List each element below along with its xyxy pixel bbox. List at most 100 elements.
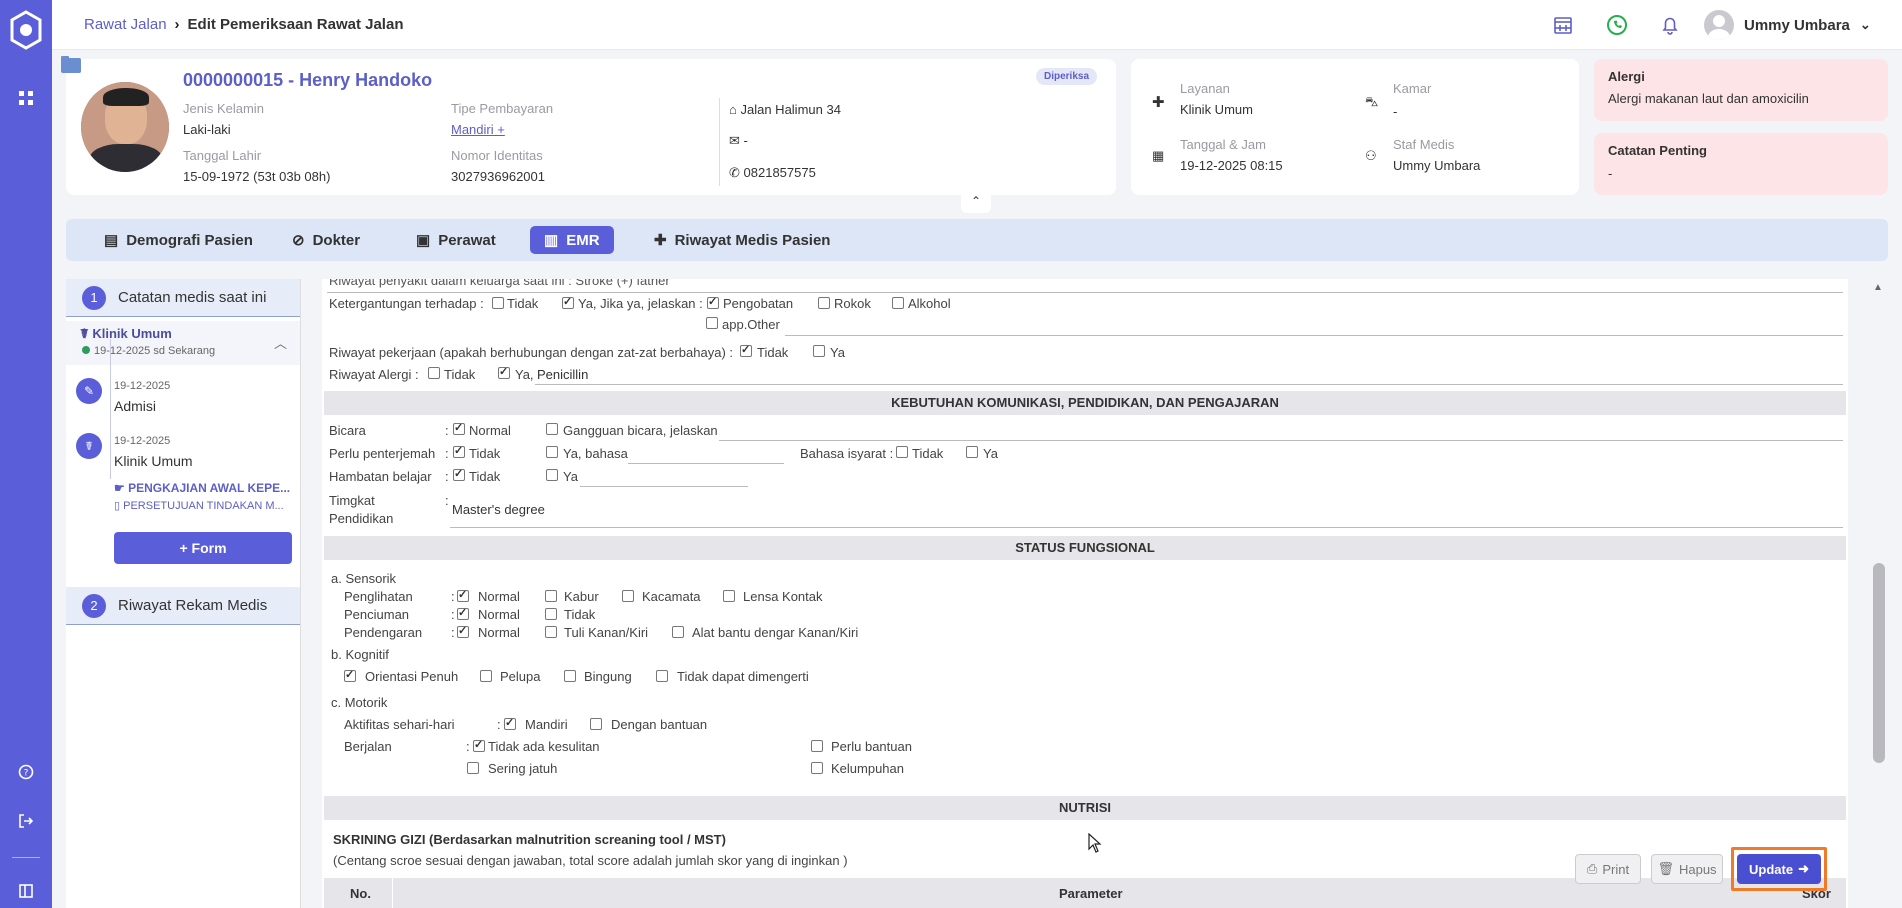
add-form-button[interactable]: + Form [114, 532, 292, 564]
user-menu[interactable]: Ummy Umbara ⌄ [1704, 10, 1871, 40]
payment-link[interactable]: Mandiri + [451, 122, 505, 137]
job-ya-checkbox[interactable] [813, 345, 825, 357]
isyarat-tidak-checkbox[interactable] [896, 446, 908, 458]
perlu-bantuan-checkbox[interactable] [811, 740, 823, 752]
penciuman-normal-checkbox[interactable] [457, 606, 469, 620]
option-label: Normal [478, 607, 520, 622]
option-label: Tidak [507, 296, 539, 311]
tab-emr[interactable]: ▥ EMR [530, 226, 614, 254]
notification-bell-icon[interactable] [1658, 13, 1682, 37]
breadcrumb-rawat-jalan[interactable]: Rawat Jalan [84, 16, 167, 33]
calendar-icon[interactable] [1551, 13, 1575, 37]
other-input-line[interactable] [785, 335, 1843, 336]
dependency-tidak-checkbox[interactable] [492, 297, 504, 309]
sering-jatuh-checkbox[interactable] [467, 762, 479, 774]
penciuman-tidak-checkbox[interactable] [545, 608, 557, 620]
colon: : [451, 589, 455, 604]
apps-grid-icon[interactable] [16, 90, 36, 110]
user-avatar [1704, 10, 1734, 40]
patient-id-name: 0000000015 - Henry Handoko [183, 70, 433, 90]
tab-demografi-pasien[interactable]: ▤ Demografi Pasien [90, 226, 267, 254]
event-admisi[interactable]: Admisi [114, 398, 156, 414]
kacamata-checkbox[interactable] [622, 590, 634, 602]
lensa-kontak-checkbox[interactable] [723, 590, 735, 602]
help-icon[interactable]: ? [16, 764, 36, 784]
chevron-up-icon[interactable]: ︿ [274, 333, 287, 352]
clinic-name-text: Klinik Umum [92, 326, 172, 341]
option-label: Orientasi Penuh [365, 669, 459, 684]
penterjemah-tidak-checkbox[interactable] [453, 444, 465, 458]
gender-label: Jenis Kelamin [183, 101, 264, 116]
gangguan-input-line[interactable] [719, 440, 1843, 441]
trash-icon: 🗑 [1657, 861, 1674, 876]
tab-label: Dokter [312, 231, 361, 249]
event-klinik-umum[interactable]: Klinik Umum [114, 453, 193, 469]
job-tidak-checkbox[interactable] [740, 343, 752, 357]
pendengaran-normal-checkbox[interactable] [457, 624, 469, 638]
email-value: - [743, 133, 748, 148]
tab-riwayat-medis-pasien[interactable]: ✚ Riwayat Medis Pasien [640, 226, 844, 254]
section-riwayat-rekam-medis[interactable]: 2 Riwayat Rekam Medis [66, 587, 301, 625]
id-number-label: Nomor Identitas [451, 148, 543, 163]
hambatan-tidak-checkbox[interactable] [453, 467, 465, 481]
print-button[interactable]: ⎙ Print [1575, 854, 1641, 884]
option-label: Kelumpuhan [831, 761, 904, 776]
phone-value: 0821857575 [743, 165, 816, 180]
hambatan-input-line[interactable] [580, 486, 748, 487]
alkohol-checkbox[interactable] [892, 297, 904, 309]
datetime-label: Tanggal & Jam [1180, 137, 1266, 152]
delete-button[interactable]: 🗑 Hapus [1651, 854, 1723, 884]
staff-label: Staf Medis [1393, 137, 1455, 152]
tidak-dapat-checkbox[interactable] [656, 670, 668, 682]
scroll-up-icon[interactable]: ▲ [1873, 282, 1883, 293]
mandiri-checkbox[interactable] [504, 716, 516, 730]
option-label: Alkohol [908, 296, 951, 311]
tab-dokter[interactable]: ⊘ Dokter [278, 226, 374, 254]
clinic-group[interactable]: ☤ Klinik Umum 19-12-2025 sd Sekarang ︿ [66, 321, 301, 365]
logout-icon[interactable] [16, 813, 36, 833]
collapse-chevron-up-icon[interactable]: ⌃ [961, 193, 991, 213]
note-title: Catatan Penting [1608, 143, 1707, 158]
allergy-tidak-checkbox[interactable] [428, 367, 440, 379]
alat-bantu-checkbox[interactable] [672, 626, 684, 638]
hambatan-ya-checkbox[interactable] [546, 469, 558, 481]
allergy-ya-checkbox[interactable] [498, 365, 510, 379]
app-logo-icon[interactable] [8, 10, 44, 50]
orientasi-checkbox[interactable] [344, 668, 356, 682]
gangguan-checkbox[interactable] [546, 423, 558, 435]
dependency-ya-checkbox[interactable] [562, 295, 574, 309]
bingung-checkbox[interactable] [564, 670, 576, 682]
allergy-input[interactable]: Penicillin [537, 367, 588, 382]
pendidikan-input[interactable]: Master's degree [452, 502, 545, 517]
panel-toggle-icon[interactable] [16, 884, 36, 904]
isyarat-ya-checkbox[interactable] [966, 446, 978, 458]
doc-persetujuan[interactable]: ▯ PERSETUJUAN TINDAKAN M... [114, 499, 284, 512]
whatsapp-icon[interactable] [1605, 13, 1629, 37]
section-current-record[interactable]: 1 Catatan medis saat ini [66, 279, 301, 317]
tingkat-label: Timgkat [329, 493, 375, 508]
skrining-title: SKRINING GIZI (Berdasarkan malnutrition … [333, 832, 726, 847]
tidak-kesulitan-checkbox[interactable] [473, 738, 485, 752]
pelupa-checkbox[interactable] [480, 670, 492, 682]
scrollbar-thumb[interactable] [1873, 563, 1885, 763]
bicara-normal-checkbox[interactable] [453, 421, 465, 435]
tab-perawat[interactable]: ▣ Perawat [402, 226, 510, 254]
kelumpuhan-checkbox[interactable] [811, 762, 823, 774]
other-checkbox[interactable] [706, 317, 718, 329]
penterjemah-ya-checkbox[interactable] [546, 446, 558, 458]
bahasa-input-line[interactable] [628, 463, 784, 464]
chevron-down-icon: ⌄ [1859, 17, 1871, 32]
note-text: - [1608, 166, 1613, 181]
rokok-checkbox[interactable] [818, 297, 830, 309]
tuli-checkbox[interactable] [545, 626, 557, 638]
pengobatan-checkbox[interactable] [707, 295, 719, 309]
dengan-bantuan-checkbox[interactable] [590, 718, 602, 730]
update-button[interactable]: Update ➜ [1737, 854, 1821, 884]
option-label: Pelupa [500, 669, 541, 684]
colon: : [451, 625, 455, 640]
penglihatan-normal-checkbox[interactable] [457, 588, 469, 602]
section-title: Catatan medis saat ini [118, 289, 267, 306]
folder-icon[interactable] [60, 54, 82, 74]
kabur-checkbox[interactable] [545, 590, 557, 602]
doc-pengkajian-awal[interactable]: ☛ PENGKAJIAN AWAL KEPE... [114, 481, 290, 495]
